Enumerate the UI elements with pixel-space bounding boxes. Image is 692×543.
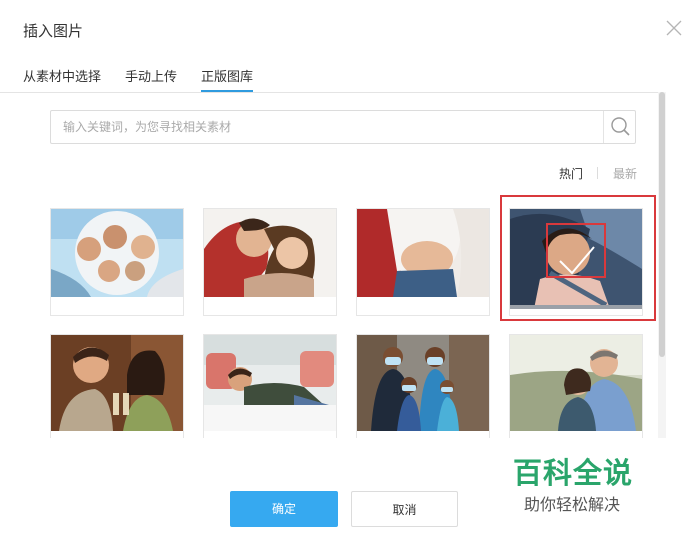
pregnant-couple-photo — [357, 209, 489, 297]
senior-couple-photo — [510, 335, 642, 431]
image-card-senior-couple[interactable] — [509, 334, 643, 438]
checkmark-icon — [546, 223, 606, 278]
search-box — [50, 110, 636, 144]
image-card-man-on-bed[interactable] — [203, 334, 337, 438]
image-card-pregnant-couple[interactable] — [356, 208, 490, 316]
sort-hot[interactable]: 热门 — [559, 165, 583, 182]
tab-bar: 从素材中选择 手动上传 正版图库 — [0, 66, 666, 93]
watermark-logo: 百科全说 助你轻松解决 — [492, 438, 692, 543]
search-button[interactable] — [603, 111, 637, 143]
image-card-couple-hug[interactable] — [203, 208, 337, 316]
family-masks-photo — [357, 335, 489, 431]
image-card-family[interactable] — [50, 208, 184, 316]
couple-hug-photo — [204, 209, 336, 297]
couple-toast-photo — [51, 335, 183, 431]
search-input[interactable] — [51, 111, 603, 143]
family-circle-photo — [51, 209, 183, 297]
confirm-button[interactable]: 确定 — [230, 491, 338, 527]
sort-options: 热门 最新 — [540, 165, 640, 183]
tab-manual-upload[interactable]: 手动上传 — [125, 66, 177, 85]
cancel-button[interactable]: 取消 — [351, 491, 458, 527]
image-card-family-masks[interactable] — [356, 334, 490, 438]
dialog-title: 插入图片 — [23, 22, 84, 40]
sort-new[interactable]: 最新 — [613, 165, 637, 182]
image-card-couple-toast[interactable] — [50, 334, 184, 438]
tab-from-materials[interactable]: 从素材中选择 — [23, 66, 101, 85]
watermark-title: 百科全说 — [513, 456, 634, 490]
scrollbar-thumb[interactable] — [659, 92, 665, 357]
watermark-subtitle: 助你轻松解决 — [524, 495, 621, 514]
search-icon — [611, 117, 630, 136]
man-on-bed-photo — [204, 335, 336, 431]
close-icon[interactable] — [664, 18, 684, 38]
tab-licensed-gallery[interactable]: 正版图库 — [201, 66, 254, 92]
sort-divider — [597, 167, 598, 179]
